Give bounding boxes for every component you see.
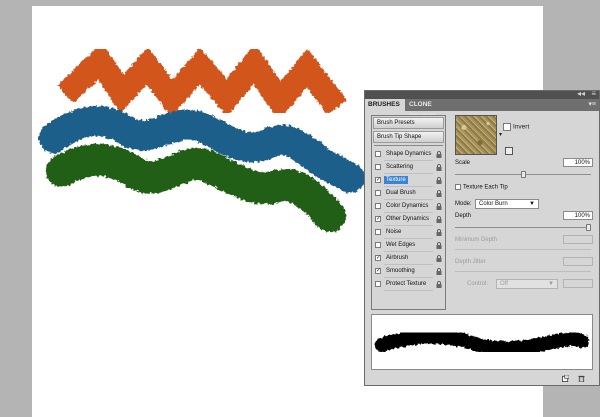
create-new-brush-icon[interactable] [562,375,569,382]
option-row-airbrush[interactable]: ✓ Airbrush [372,252,445,265]
scale-label: Scale [455,160,471,166]
minimum-depth-field [563,235,593,244]
invert-checkbox-box[interactable] [503,123,511,131]
depth-slider-track[interactable] [455,227,591,228]
option-row-protect-texture[interactable]: Protect Texture [372,278,445,291]
chevron-down-icon: ▼ [548,281,554,287]
minimum-depth-slider [455,249,591,250]
lock-icon[interactable] [436,203,442,210]
trash-icon[interactable] [578,375,585,382]
lock-icon[interactable] [436,255,442,262]
lock-icon[interactable] [436,281,442,288]
lock-icon[interactable] [436,151,442,158]
lock-icon[interactable] [436,190,442,197]
orange-stroke [57,42,347,121]
panel-footer [365,373,599,385]
option-label: Shape Dynamics [386,151,432,157]
option-label: Dual Brush [386,190,416,196]
texture-each-tip-label: Texture Each Tip [463,184,508,191]
lock-icon[interactable] [436,268,442,275]
option-row-shape-dynamics[interactable]: Shape Dynamics [372,148,445,161]
depth-value-field[interactable]: 100% [563,211,593,220]
panel-tabs: BRUSHES CLONE SOURCE ▾≡ [365,99,599,120]
option-checkbox[interactable] [375,203,381,209]
panel-titlebar[interactable]: ◂◂ ≡ [365,89,599,99]
pattern-dropdown-icon[interactable]: ▾ [499,131,502,138]
brush-tip-shape-button[interactable]: Brush Tip Shape [373,131,444,143]
depth-label: Depth [455,213,472,219]
lock-icon[interactable] [436,242,442,249]
lock-icon[interactable] [436,177,442,184]
depth-jitter-field [563,257,593,266]
option-checkbox[interactable] [375,151,381,157]
control-select: Off ▼ [496,279,558,289]
option-checkbox[interactable] [375,229,381,235]
option-row-noise[interactable]: Noise [372,226,445,239]
depth-jitter-label: Depth Jitter [455,259,486,265]
panel-close-icon[interactable]: ≡ [591,89,596,99]
control-label: Control: [467,281,489,287]
option-row-dual-brush[interactable]: Dual Brush [372,187,445,200]
brush-stroke-preview [371,314,593,370]
option-label: Smoothing [386,268,415,274]
option-row-texture[interactable]: ✓ Texture [372,174,445,187]
lock-icon[interactable] [436,164,442,171]
mode-select[interactable]: Color Burn ▼ [475,199,539,209]
lock-icon[interactable] [436,216,442,223]
panel-menu-icon[interactable]: ▾≡ [588,100,596,110]
option-label: Other Dynamics [386,216,430,222]
option-row-scattering[interactable]: Scattering [372,161,445,174]
control-value: Off [500,281,508,287]
tab-clone-source[interactable]: CLONE SOURCE [406,99,456,120]
option-checkbox[interactable] [375,164,381,170]
scale-slider-thumb[interactable] [521,171,526,178]
tab-brushes[interactable]: BRUSHES [365,99,405,111]
option-label: Scattering [386,164,414,170]
collapse-icon[interactable]: ◂◂ [577,89,585,99]
minimum-depth-label: Minimum Depth [455,237,498,243]
stroke-preview-graphic [375,329,589,356]
new-preset-icon[interactable] [505,147,513,155]
option-label: Noise [386,229,402,235]
brushes-panel: ◂◂ ≡ BRUSHES CLONE SOURCE ▾≡ Brush Prese… [364,89,600,386]
row-divider [384,290,433,291]
divider [374,145,443,146]
option-checkbox[interactable] [375,190,381,196]
option-rows: Shape Dynamics Scattering ✓ Texture Dual Bru… [372,148,445,291]
option-checkbox[interactable]: ✓ [375,255,381,261]
option-label: Color Dynamics [386,203,429,209]
option-checkbox[interactable] [375,242,381,248]
depth-slider-thumb[interactable] [586,224,591,231]
control-extra-field [563,279,593,288]
lock-icon[interactable] [436,229,442,236]
texture-each-tip-box[interactable] [455,184,461,190]
option-label: Texture [384,176,408,184]
texture-pattern-swatch[interactable] [455,115,497,155]
option-checkbox[interactable]: ✓ [375,177,381,183]
chevron-down-icon: ▼ [529,201,535,207]
option-checkbox[interactable]: ✓ [375,268,381,274]
option-checkbox[interactable] [375,281,381,287]
mode-value: Color Burn [479,201,508,207]
brush-options-list: Brush Presets Brush Tip Shape Shape Dyna… [371,115,446,310]
depth-jitter-slider [455,271,591,272]
scale-value-field[interactable]: 100% [563,158,593,167]
option-row-smoothing[interactable]: ✓ Smoothing [372,265,445,278]
option-row-color-dynamics[interactable]: Color Dynamics [372,200,445,213]
green-stroke [46,144,346,232]
option-label: Airbrush [386,255,409,261]
option-label: Protect Texture [386,281,427,287]
option-row-other-dynamics[interactable]: ✓ Other Dynamics [372,213,445,226]
option-label: Wet Edges [386,242,416,248]
brush-presets-button[interactable]: Brush Presets [373,117,444,129]
option-row-wet-edges[interactable]: Wet Edges [372,239,445,252]
mode-label: Mode: [455,201,472,207]
invert-checkbox[interactable]: Invert [503,123,529,131]
option-checkbox[interactable]: ✓ [375,216,381,222]
texture-each-tip-checkbox[interactable]: Texture Each Tip [455,184,508,191]
invert-label: Invert [513,123,530,131]
